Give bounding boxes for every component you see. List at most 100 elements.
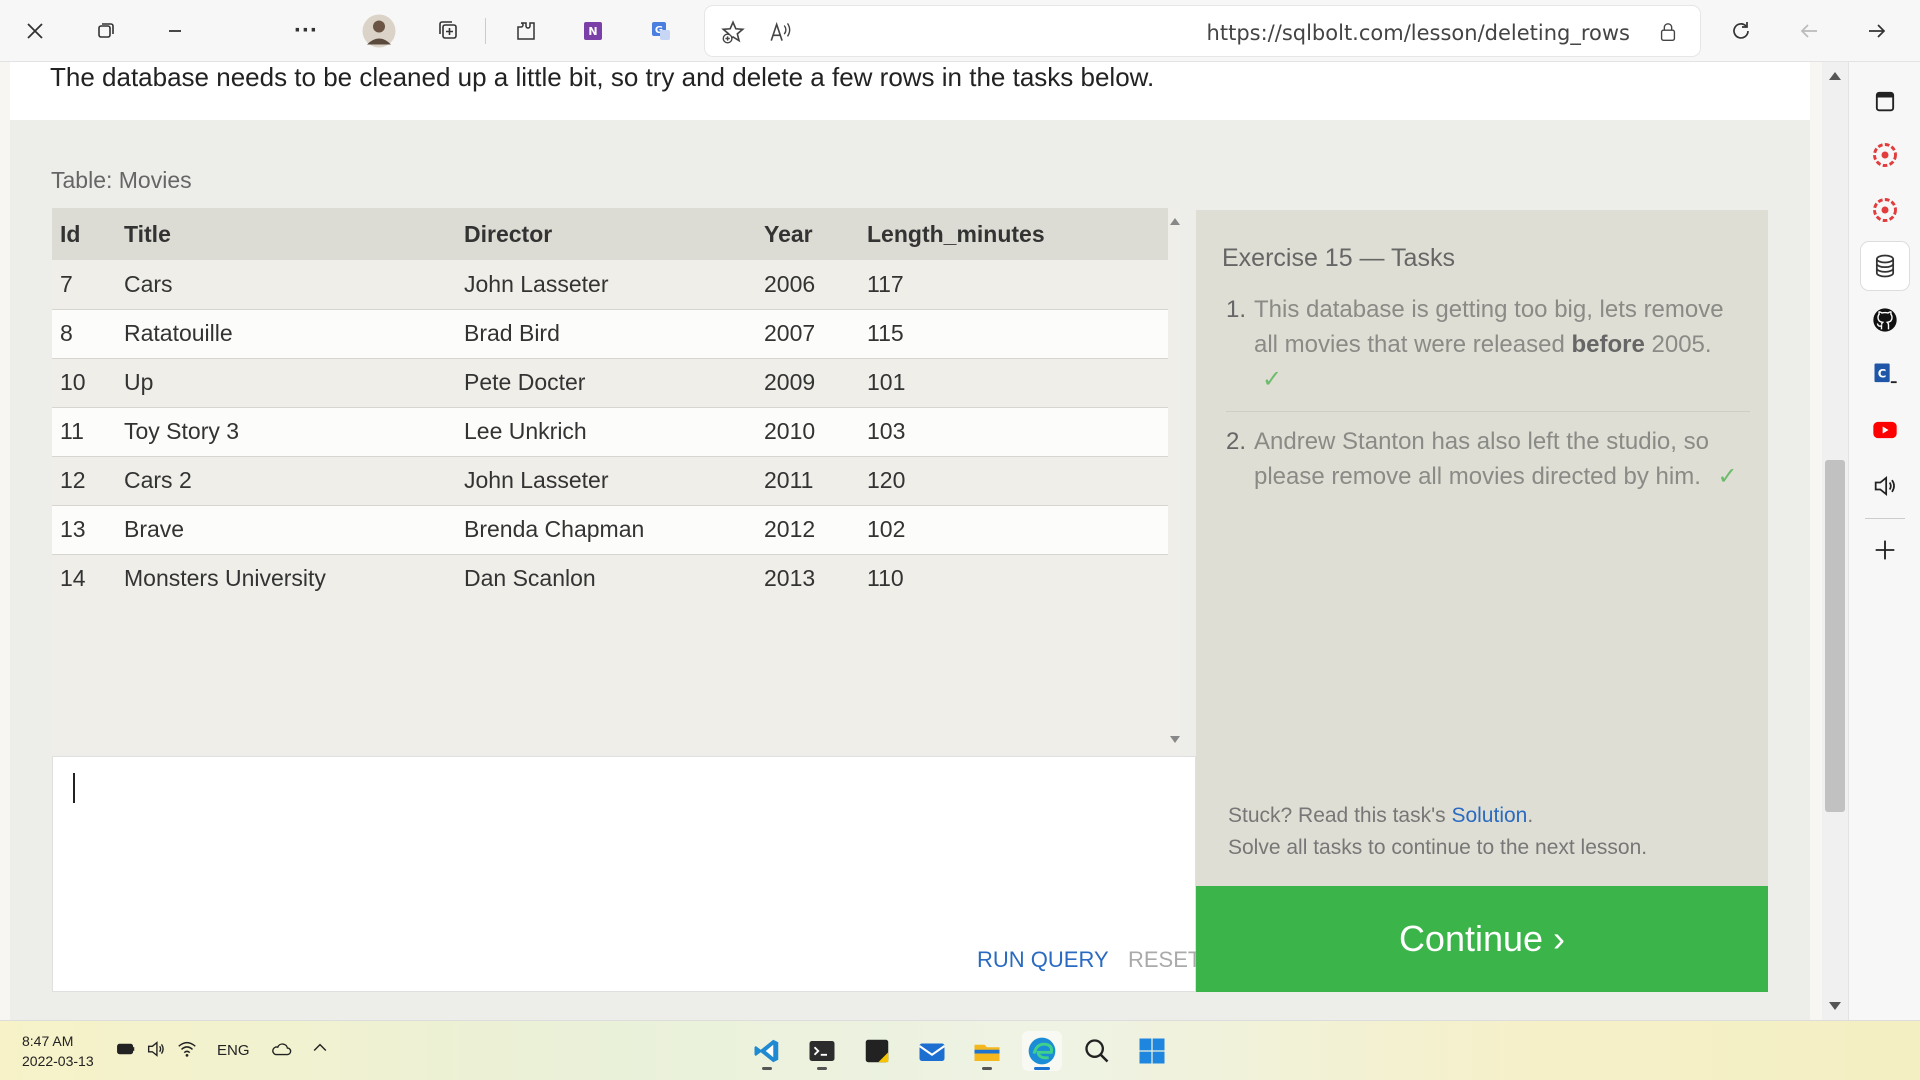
- table-row: 11 Toy Story 3 Lee Unkrich 2010 103: [52, 407, 1168, 457]
- search-icon[interactable]: [1077, 1031, 1117, 1071]
- back-arrow-icon[interactable]: [1788, 10, 1830, 52]
- more-menu-button[interactable]: ···: [285, 10, 327, 52]
- stuck-text: Stuck? Read this task's: [1228, 804, 1452, 827]
- table-row: 8 Ratatouille Brad Bird 2007 115: [52, 309, 1168, 359]
- read-aloud-icon[interactable]: [767, 18, 795, 46]
- table-cell: 117: [859, 260, 1168, 310]
- table-cell: 12: [52, 456, 116, 506]
- collections-icon[interactable]: [428, 10, 470, 52]
- clock-date: 2022-03-13: [22, 1053, 94, 1069]
- youtube-icon[interactable]: [1867, 412, 1903, 448]
- table-scrollbar[interactable]: [1168, 208, 1180, 754]
- task-item: 1. This database is getting too big, lets…: [1226, 292, 1750, 412]
- table-cell: Brave: [116, 505, 456, 555]
- office-icon[interactable]: [1867, 137, 1903, 173]
- file-explorer-icon[interactable]: [967, 1031, 1007, 1071]
- query-editor[interactable]: RUN QUERY RESET: [52, 756, 1201, 992]
- task-emphasis: before: [1571, 331, 1645, 358]
- language-indicator[interactable]: ENG: [217, 1042, 250, 1059]
- scroll-up-icon[interactable]: [1170, 218, 1180, 225]
- table-cell: Lee Unkrich: [456, 407, 756, 457]
- code-icon[interactable]: C: [1867, 356, 1903, 392]
- continue-button[interactable]: Continue ›: [1196, 886, 1768, 992]
- table-cell: Brenda Chapman: [456, 505, 756, 555]
- results-panel: Id Title Director Year Length_minutes 7 …: [52, 208, 1180, 754]
- restore-window-icon[interactable]: [84, 10, 126, 52]
- checkmark-icon: ✓: [1262, 366, 1283, 393]
- results-table: Id Title Director Year Length_minutes 7 …: [52, 208, 1168, 603]
- onedrive-icon[interactable]: [270, 1038, 292, 1065]
- translate-icon[interactable]: G: [640, 10, 682, 52]
- github-icon[interactable]: [1867, 302, 1903, 338]
- onenote-icon[interactable]: N: [572, 10, 614, 52]
- address-bar[interactable]: https://sqlbolt.com/lesson/deleting_rows: [705, 6, 1700, 56]
- office-apps-icon[interactable]: [1867, 192, 1903, 228]
- page-content: The database needs to be cleaned up a li…: [10, 62, 1810, 1020]
- svg-text:N: N: [588, 25, 597, 38]
- terminal-icon[interactable]: [802, 1031, 842, 1071]
- minimize-icon[interactable]: [154, 10, 196, 52]
- table-cell: 2007: [756, 309, 859, 359]
- checkmark-icon: ✓: [1717, 463, 1738, 490]
- speaker-icon[interactable]: [1867, 468, 1903, 504]
- forward-arrow-icon[interactable]: [1856, 10, 1898, 52]
- edge-icon[interactable]: [1022, 1031, 1062, 1071]
- tasks-title: Exercise 15 — Tasks: [1222, 244, 1455, 272]
- table-row: 7 Cars John Lasseter 2006 117: [52, 260, 1168, 310]
- table-row: 13 Brave Brenda Chapman 2012 102: [52, 505, 1168, 555]
- close-icon[interactable]: [14, 10, 56, 52]
- windows-start-icon[interactable]: [1132, 1031, 1172, 1071]
- scrollbar-thumb[interactable]: [1825, 460, 1845, 812]
- intro-section: The database needs to be cleaned up a li…: [10, 62, 1810, 120]
- profile-avatar[interactable]: [358, 10, 400, 52]
- table-cell: 101: [859, 358, 1168, 408]
- volume-icon[interactable]: [145, 1038, 167, 1065]
- table-header-row: Id Title Director Year Length_minutes: [52, 208, 1168, 260]
- table-cell: 7: [52, 260, 116, 310]
- run-query-button[interactable]: RUN QUERY: [977, 947, 1109, 973]
- more-label: ···: [294, 17, 318, 44]
- scroll-down-icon[interactable]: [1170, 736, 1180, 743]
- battery-icon[interactable]: [115, 1038, 137, 1065]
- lock-icon[interactable]: [1654, 18, 1682, 46]
- chevron-up-icon[interactable]: [310, 1038, 330, 1063]
- column-header: Length_minutes: [859, 208, 1168, 260]
- table-row: 12 Cars 2 John Lasseter 2011 120: [52, 456, 1168, 506]
- table-cell: 103: [859, 407, 1168, 457]
- database-icon[interactable]: [1861, 242, 1909, 290]
- wifi-icon[interactable]: [176, 1038, 198, 1065]
- extensions-icon[interactable]: [505, 10, 547, 52]
- reset-button[interactable]: RESET: [1128, 947, 1201, 973]
- task-text: Andrew Stanton has also left the studio,…: [1254, 428, 1709, 490]
- add-favorite-icon[interactable]: [719, 18, 747, 46]
- task-list: 1. This database is getting too big, lets…: [1226, 292, 1750, 494]
- scroll-up-icon[interactable]: [1829, 72, 1841, 80]
- table-cell: Pete Docter: [456, 358, 756, 408]
- table-cell: Monsters University: [116, 554, 456, 603]
- page-scrollbar[interactable]: [1822, 62, 1848, 1020]
- sticky-notes-icon[interactable]: [857, 1031, 897, 1071]
- tasks-panel: Exercise 15 — Tasks 1. This database is g…: [1196, 210, 1768, 886]
- refresh-icon[interactable]: [1720, 10, 1762, 52]
- task-item: 2. Andrew Stanton has also left the studi…: [1226, 424, 1750, 494]
- running-indicator: [762, 1067, 772, 1070]
- add-icon[interactable]: [1867, 532, 1903, 568]
- scroll-down-icon[interactable]: [1829, 1002, 1841, 1010]
- table-cell: 120: [859, 456, 1168, 506]
- solution-link[interactable]: Solution: [1451, 804, 1527, 827]
- table-caption: Table: Movies: [51, 167, 192, 193]
- table-cell: 10: [52, 358, 116, 408]
- clock[interactable]: 8:47 AM 2022-03-13: [22, 1031, 94, 1071]
- mail-icon[interactable]: [912, 1031, 952, 1071]
- vscode-icon[interactable]: [747, 1031, 787, 1071]
- table-cell: John Lasseter: [456, 456, 756, 506]
- table-cell: 2011: [756, 456, 859, 506]
- table-cell: 2012: [756, 505, 859, 555]
- table-cell: 2006: [756, 260, 859, 310]
- table-cell: 13: [52, 505, 116, 555]
- tab-actions-icon[interactable]: [1867, 83, 1903, 119]
- table-cell: 2010: [756, 407, 859, 457]
- task-number: 1.: [1226, 296, 1247, 323]
- browser-toolbar: ··· N G https://sqlbolt.com/lesson/delet…: [0, 0, 1920, 62]
- intro-text: The database needs to be cleaned up a li…: [50, 62, 1155, 92]
